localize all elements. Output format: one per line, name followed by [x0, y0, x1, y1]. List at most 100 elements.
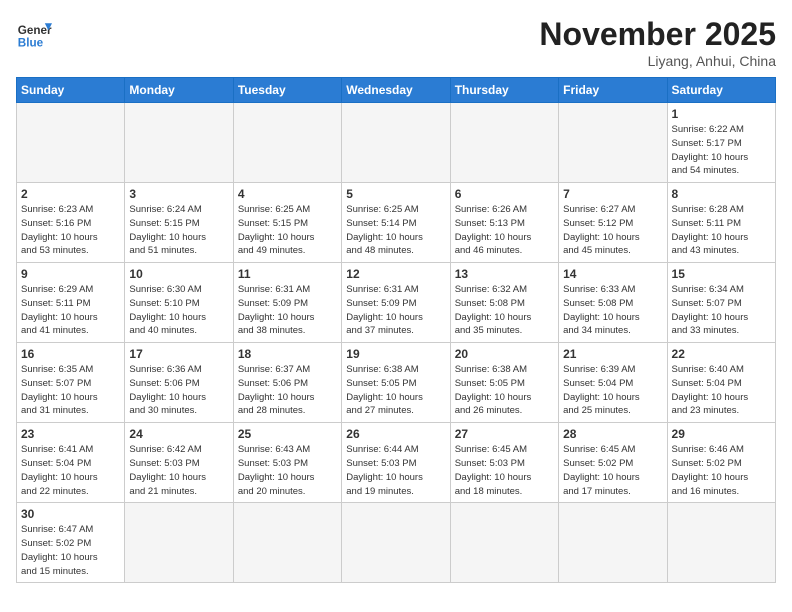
- day-info: Sunrise: 6:45 AM Sunset: 5:03 PM Dayligh…: [455, 443, 554, 498]
- day-number: 16: [21, 347, 120, 361]
- day-number: 4: [238, 187, 337, 201]
- calendar-cell: 3 Sunrise: 6:24 AM Sunset: 5:15 PM Daylig…: [125, 183, 233, 263]
- day-number: 10: [129, 267, 228, 281]
- day-info: Sunrise: 6:44 AM Sunset: 5:03 PM Dayligh…: [346, 443, 445, 498]
- calendar-cell: 29 Sunrise: 6:46 AM Sunset: 5:02 PM Dayli…: [667, 423, 775, 503]
- day-info: Sunrise: 6:42 AM Sunset: 5:03 PM Dayligh…: [129, 443, 228, 498]
- calendar-cell: 12 Sunrise: 6:31 AM Sunset: 5:09 PM Dayli…: [342, 263, 450, 343]
- day-number: 23: [21, 427, 120, 441]
- calendar-cell: 10 Sunrise: 6:30 AM Sunset: 5:10 PM Dayli…: [125, 263, 233, 343]
- calendar-cell: [233, 103, 341, 183]
- day-info: Sunrise: 6:40 AM Sunset: 5:04 PM Dayligh…: [672, 363, 771, 418]
- day-number: 2: [21, 187, 120, 201]
- day-number: 3: [129, 187, 228, 201]
- day-number: 30: [21, 507, 120, 521]
- day-info: Sunrise: 6:28 AM Sunset: 5:11 PM Dayligh…: [672, 203, 771, 258]
- weekday-header: Thursday: [450, 78, 558, 103]
- day-number: 29: [672, 427, 771, 441]
- day-info: Sunrise: 6:35 AM Sunset: 5:07 PM Dayligh…: [21, 363, 120, 418]
- calendar-cell: [667, 503, 775, 583]
- calendar-cell: 23 Sunrise: 6:41 AM Sunset: 5:04 PM Dayli…: [17, 423, 125, 503]
- day-info: Sunrise: 6:32 AM Sunset: 5:08 PM Dayligh…: [455, 283, 554, 338]
- day-info: Sunrise: 6:43 AM Sunset: 5:03 PM Dayligh…: [238, 443, 337, 498]
- svg-text:Blue: Blue: [18, 37, 44, 50]
- calendar-cell: 7Sunrise: 6:27 AM Sunset: 5:12 PM Daylig…: [559, 183, 667, 263]
- calendar-cell: 15 Sunrise: 6:34 AM Sunset: 5:07 PM Dayli…: [667, 263, 775, 343]
- calendar-cell: 21 Sunrise: 6:39 AM Sunset: 5:04 PM Dayli…: [559, 343, 667, 423]
- month-title: November 2025: [539, 16, 776, 53]
- calendar-cell: [450, 103, 558, 183]
- day-info: Sunrise: 6:38 AM Sunset: 5:05 PM Dayligh…: [346, 363, 445, 418]
- day-number: 20: [455, 347, 554, 361]
- day-info: Sunrise: 6:31 AM Sunset: 5:09 PM Dayligh…: [238, 283, 337, 338]
- day-number: 19: [346, 347, 445, 361]
- day-info: Sunrise: 6:47 AM Sunset: 5:02 PM Dayligh…: [21, 523, 120, 578]
- day-number: 5: [346, 187, 445, 201]
- day-number: 13: [455, 267, 554, 281]
- day-info: Sunrise: 6:39 AM Sunset: 5:04 PM Dayligh…: [563, 363, 662, 418]
- calendar-cell: 9 Sunrise: 6:29 AM Sunset: 5:11 PM Daylig…: [17, 263, 125, 343]
- weekday-header: Monday: [125, 78, 233, 103]
- calendar-cell: [233, 503, 341, 583]
- calendar-cell: 22 Sunrise: 6:40 AM Sunset: 5:04 PM Dayli…: [667, 343, 775, 423]
- calendar-cell: 13 Sunrise: 6:32 AM Sunset: 5:08 PM Dayli…: [450, 263, 558, 343]
- day-number: 24: [129, 427, 228, 441]
- day-info: Sunrise: 6:46 AM Sunset: 5:02 PM Dayligh…: [672, 443, 771, 498]
- day-info: Sunrise: 6:31 AM Sunset: 5:09 PM Dayligh…: [346, 283, 445, 338]
- weekday-header: Saturday: [667, 78, 775, 103]
- title-area: November 2025 Liyang, Anhui, China: [539, 16, 776, 69]
- weekday-header: Tuesday: [233, 78, 341, 103]
- logo-icon: General Blue: [16, 16, 52, 52]
- day-number: 27: [455, 427, 554, 441]
- calendar-cell: 18Sunrise: 6:37 AM Sunset: 5:06 PM Dayli…: [233, 343, 341, 423]
- calendar-cell: 16 Sunrise: 6:35 AM Sunset: 5:07 PM Dayli…: [17, 343, 125, 423]
- weekday-header: Friday: [559, 78, 667, 103]
- day-info: Sunrise: 6:30 AM Sunset: 5:10 PM Dayligh…: [129, 283, 228, 338]
- day-info: Sunrise: 6:29 AM Sunset: 5:11 PM Dayligh…: [21, 283, 120, 338]
- calendar-cell: 11 Sunrise: 6:31 AM Sunset: 5:09 PM Dayli…: [233, 263, 341, 343]
- day-info: Sunrise: 6:36 AM Sunset: 5:06 PM Dayligh…: [129, 363, 228, 418]
- page-header: General Blue November 2025 Liyang, Anhui…: [16, 16, 776, 69]
- day-number: 17: [129, 347, 228, 361]
- day-number: 15: [672, 267, 771, 281]
- calendar-cell: [342, 503, 450, 583]
- calendar-cell: 14 Sunrise: 6:33 AM Sunset: 5:08 PM Dayli…: [559, 263, 667, 343]
- day-info: Sunrise: 6:23 AM Sunset: 5:16 PM Dayligh…: [21, 203, 120, 258]
- calendar-cell: 1Sunrise: 6:22 AM Sunset: 5:17 PM Daylig…: [667, 103, 775, 183]
- weekday-header: Sunday: [17, 78, 125, 103]
- day-number: 28: [563, 427, 662, 441]
- day-number: 21: [563, 347, 662, 361]
- calendar-cell: [342, 103, 450, 183]
- calendar-cell: 2 Sunrise: 6:23 AM Sunset: 5:16 PM Daylig…: [17, 183, 125, 263]
- calendar-cell: 30 Sunrise: 6:47 AM Sunset: 5:02 PM Dayli…: [17, 503, 125, 583]
- day-number: 11: [238, 267, 337, 281]
- day-info: Sunrise: 6:33 AM Sunset: 5:08 PM Dayligh…: [563, 283, 662, 338]
- day-number: 9: [21, 267, 120, 281]
- day-info: Sunrise: 6:34 AM Sunset: 5:07 PM Dayligh…: [672, 283, 771, 338]
- day-number: 1: [672, 107, 771, 121]
- day-info: Sunrise: 6:37 AM Sunset: 5:06 PM Dayligh…: [238, 363, 337, 418]
- day-info: Sunrise: 6:24 AM Sunset: 5:15 PM Dayligh…: [129, 203, 228, 258]
- day-number: 8: [672, 187, 771, 201]
- day-number: 6: [455, 187, 554, 201]
- weekday-header: Wednesday: [342, 78, 450, 103]
- calendar-cell: [125, 503, 233, 583]
- calendar-cell: 24 Sunrise: 6:42 AM Sunset: 5:03 PM Dayli…: [125, 423, 233, 503]
- calendar-cell: 20 Sunrise: 6:38 AM Sunset: 5:05 PM Dayli…: [450, 343, 558, 423]
- day-info: Sunrise: 6:41 AM Sunset: 5:04 PM Dayligh…: [21, 443, 120, 498]
- calendar-cell: 27 Sunrise: 6:45 AM Sunset: 5:03 PM Dayli…: [450, 423, 558, 503]
- calendar-cell: 28 Sunrise: 6:45 AM Sunset: 5:02 PM Dayli…: [559, 423, 667, 503]
- calendar-cell: 4Sunrise: 6:25 AM Sunset: 5:15 PM Daylig…: [233, 183, 341, 263]
- day-info: Sunrise: 6:27 AM Sunset: 5:12 PM Dayligh…: [563, 203, 662, 258]
- day-number: 14: [563, 267, 662, 281]
- calendar-cell: 26Sunrise: 6:44 AM Sunset: 5:03 PM Dayli…: [342, 423, 450, 503]
- logo: General Blue: [16, 16, 52, 52]
- calendar-table: SundayMondayTuesdayWednesdayThursdayFrid…: [16, 77, 776, 583]
- day-number: 22: [672, 347, 771, 361]
- calendar-cell: [125, 103, 233, 183]
- day-info: Sunrise: 6:38 AM Sunset: 5:05 PM Dayligh…: [455, 363, 554, 418]
- calendar-cell: [17, 103, 125, 183]
- day-info: Sunrise: 6:25 AM Sunset: 5:14 PM Dayligh…: [346, 203, 445, 258]
- day-info: Sunrise: 6:45 AM Sunset: 5:02 PM Dayligh…: [563, 443, 662, 498]
- day-number: 12: [346, 267, 445, 281]
